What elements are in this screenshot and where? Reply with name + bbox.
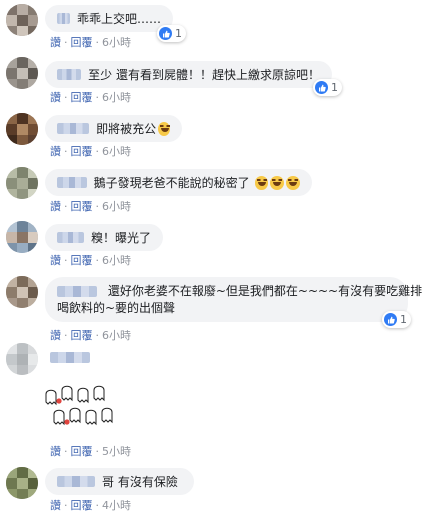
comment-text: 至少 還有看到屍體！！趕快上繳求原諒吧！: [88, 68, 320, 82]
timestamp[interactable]: 6小時: [102, 329, 131, 342]
reaction-number: 1: [331, 81, 338, 94]
avatar[interactable]: [6, 167, 38, 199]
reaction-count[interactable]: 1: [382, 311, 411, 328]
comment-bubble: 即將被充公: [45, 115, 182, 142]
commenter-name[interactable]: [57, 476, 95, 487]
comment-actions: 讚 · 回覆 · 4小時: [50, 499, 131, 512]
reply-link[interactable]: 回覆: [71, 499, 93, 512]
commenter-name[interactable]: [50, 352, 90, 363]
comment-actions: 讚 · 回覆 · 6小時: [50, 36, 131, 49]
comment-actions: 讚 · 回覆 · 6小時: [50, 200, 131, 213]
timestamp[interactable]: 6小時: [102, 91, 131, 104]
comment-bubble: 鵝子發現老爸不能說的秘密了: [45, 169, 312, 196]
like-link[interactable]: 讚: [50, 254, 61, 267]
reply-link[interactable]: 回覆: [71, 36, 93, 49]
comment-bubble: 糗！曝光了: [45, 224, 163, 251]
timestamp[interactable]: 5小時: [102, 445, 131, 458]
avatar[interactable]: [6, 221, 38, 253]
laughing-emoji-icon: [158, 121, 170, 136]
commenter-name[interactable]: [57, 177, 87, 188]
commenter-name[interactable]: [57, 69, 82, 80]
commenter-name[interactable]: [57, 232, 84, 243]
timestamp[interactable]: 4小時: [102, 499, 131, 512]
comment-actions: 讚 · 回覆 · 6小時: [50, 329, 131, 342]
timestamp[interactable]: 6小時: [102, 145, 131, 158]
like-icon: [384, 313, 397, 326]
reaction-count[interactable]: 1: [313, 79, 342, 96]
avatar[interactable]: [6, 343, 38, 375]
avatar[interactable]: [6, 467, 38, 499]
like-link[interactable]: 讚: [50, 200, 61, 213]
like-link[interactable]: 讚: [50, 36, 61, 49]
reply-link[interactable]: 回覆: [71, 200, 93, 213]
like-link[interactable]: 讚: [50, 329, 61, 342]
timestamp[interactable]: 6小時: [102, 36, 131, 49]
comment-text-line-1: 還好你老婆不在報廢~但是我們都在~~~~有沒有要吃雞排: [107, 284, 423, 298]
reply-link[interactable]: 回覆: [71, 91, 93, 104]
reply-link[interactable]: 回覆: [71, 254, 93, 267]
like-icon: [315, 81, 328, 94]
comment-actions: 讚 · 回覆 · 5小時: [50, 445, 131, 458]
comment-actions: 讚 · 回覆 · 6小時: [50, 91, 131, 104]
avatar[interactable]: [6, 4, 38, 36]
like-link[interactable]: 讚: [50, 499, 61, 512]
commenter-name[interactable]: [57, 123, 90, 134]
like-link[interactable]: 讚: [50, 445, 61, 458]
laughing-emoji-icon: [286, 175, 300, 190]
reply-link[interactable]: 回覆: [71, 445, 93, 458]
comment-actions: 讚 · 回覆 · 6小時: [50, 145, 131, 158]
comment-bubble: 至少 還有看到屍體！！趕快上繳求原諒吧！: [45, 61, 332, 88]
comment-text: 鵝子發現老爸不能說的秘密了: [93, 176, 250, 190]
commenter-name[interactable]: [57, 286, 97, 297]
commenter-name[interactable]: [57, 13, 70, 24]
dancing-ghosts-sticker: [45, 385, 113, 426]
comment-text: 即將被充公: [96, 122, 157, 136]
laughing-emoji-icon: [270, 175, 285, 190]
comment-bubble: 還好你老婆不在報廢~但是我們都在~~~~有沒有要吃雞排 喝飲料的~要的出個聲: [45, 277, 422, 322]
comment-text: 哥 有沒有保險: [102, 475, 178, 489]
reaction-number: 1: [175, 27, 182, 40]
comment-bubble: 乖乖上交吧……: [45, 5, 173, 32]
comment-actions: 讚 · 回覆 · 6小時: [50, 254, 131, 267]
comment-bubble: 哥 有沒有保險: [45, 468, 194, 495]
timestamp[interactable]: 6小時: [102, 200, 131, 213]
comment-text: 乖乖上交吧……: [76, 12, 161, 26]
comment-text-line-2: 喝飲料的~要的出個聲: [57, 301, 176, 315]
avatar[interactable]: [6, 57, 38, 89]
like-link[interactable]: 讚: [50, 145, 61, 158]
reply-link[interactable]: 回覆: [71, 145, 93, 158]
like-icon: [159, 27, 172, 40]
reply-link[interactable]: 回覆: [71, 329, 93, 342]
like-link[interactable]: 讚: [50, 91, 61, 104]
reaction-number: 1: [400, 313, 407, 326]
avatar[interactable]: [6, 276, 38, 308]
timestamp[interactable]: 6小時: [102, 254, 131, 267]
laughing-emoji-icon: [254, 175, 269, 190]
reaction-count[interactable]: 1: [157, 25, 186, 42]
avatar[interactable]: [6, 113, 38, 145]
comment-text: 糗！曝光了: [90, 231, 151, 245]
